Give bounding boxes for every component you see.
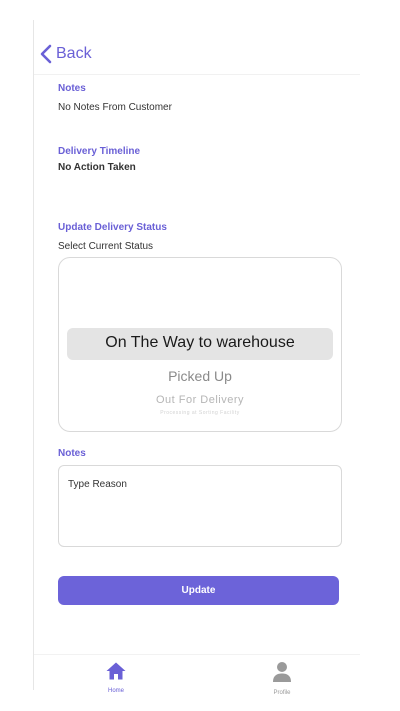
update-status-title: Update Delivery Status	[58, 222, 167, 233]
tab-home[interactable]: Home	[86, 661, 146, 694]
reason-textarea-container[interactable]	[58, 465, 342, 547]
notes-title: Notes	[58, 83, 86, 94]
notes-text: No Notes From Customer	[58, 102, 172, 113]
tab-profile[interactable]: Profile	[252, 661, 312, 696]
back-label: Back	[56, 45, 92, 62]
status-picker[interactable]: On The Way to warehouse Picked Up Out Fo…	[58, 257, 342, 432]
tab-bar: Home Profile	[34, 654, 360, 711]
update-button[interactable]: Update	[58, 576, 339, 605]
left-divider	[33, 20, 34, 690]
reason-input[interactable]	[68, 479, 328, 490]
chevron-left-icon	[40, 44, 52, 64]
delivery-timeline-text: No Action Taken	[58, 162, 136, 173]
back-button[interactable]: Back	[40, 44, 92, 64]
picker-option[interactable]: Out For Delivery	[59, 394, 341, 406]
picker-option-selected[interactable]: On The Way to warehouse	[59, 334, 341, 352]
tab-profile-label: Profile	[273, 690, 291, 696]
select-status-label: Select Current Status	[58, 241, 154, 252]
reason-notes-title: Notes	[58, 448, 86, 459]
header: Back	[34, 0, 360, 75]
home-icon	[106, 662, 126, 680]
picker-option[interactable]: Picked Up	[59, 368, 341, 384]
delivery-timeline-title: Delivery Timeline	[58, 146, 141, 157]
picker-option[interactable]: Processing at Sorting Facility	[59, 410, 341, 416]
tab-home-label: Home	[107, 688, 124, 694]
user-icon	[273, 662, 291, 682]
